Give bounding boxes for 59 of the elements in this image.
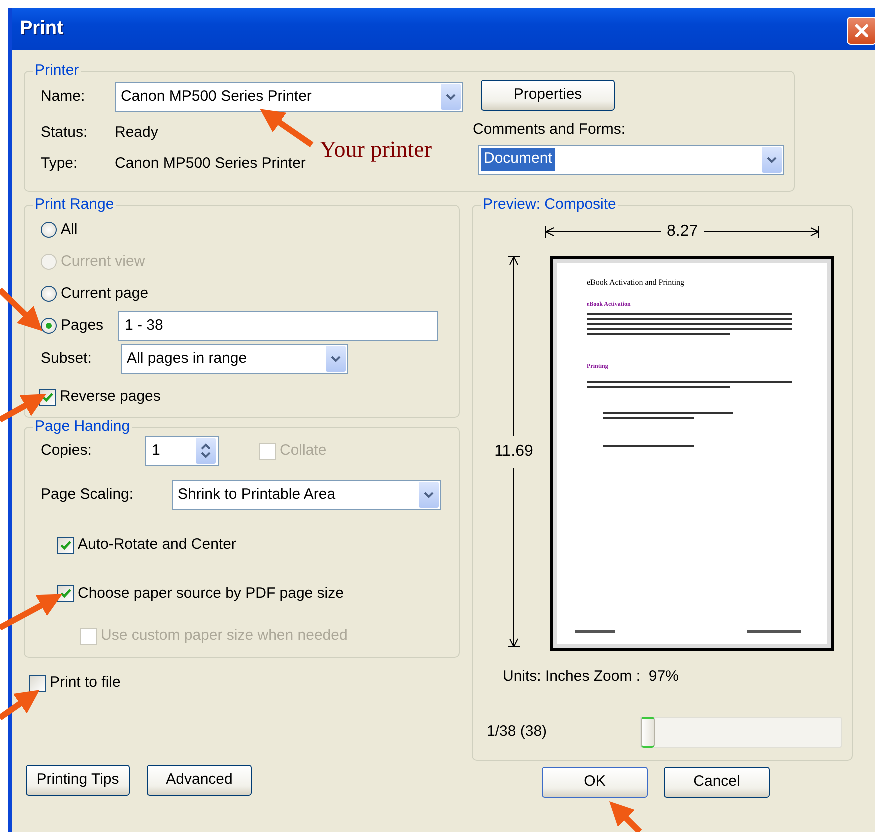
field-label: Comments and Forms: [473, 120, 627, 140]
field-value: Canon MP500 Series Printer [115, 154, 306, 174]
page-slider[interactable] [640, 716, 842, 748]
pages-field[interactable]: 1 - 38 [118, 311, 438, 341]
radio-label: Pages [61, 316, 105, 336]
radio-button[interactable] [41, 318, 57, 334]
scaling-dropdown[interactable]: Shrink to Printable Area [172, 480, 441, 510]
checkbox-label: Use custom paper size when needed [101, 626, 348, 646]
radio-label: All [61, 220, 78, 240]
properties-button[interactable]: Properties [481, 80, 615, 111]
field-label: Subset: [41, 348, 93, 369]
copies-spinner[interactable]: 1 [145, 436, 219, 466]
window-title: Print [20, 16, 64, 41]
field-value: Ready [115, 123, 158, 143]
group-title: Printer [34, 62, 80, 80]
subset-dropdown[interactable]: All pages in range [121, 344, 348, 374]
annotation-label: Your printer [320, 136, 432, 164]
annotation-arrow [0, 288, 43, 332]
ok-button[interactable]: OK [542, 767, 648, 798]
checkbox-label: Collate [280, 440, 327, 461]
checkbox-label: Reverse pages [60, 387, 161, 407]
annotation-arrow [610, 802, 642, 832]
checkbox-label: Choose paper source by PDF page size [78, 584, 344, 604]
cancel-button[interactable]: Cancel [664, 767, 770, 798]
spinner-arrows-icon [196, 438, 216, 464]
group-title: Print Range [34, 196, 116, 214]
annotation-arrow [260, 109, 314, 148]
tips-button[interactable]: Printing Tips [26, 764, 130, 796]
footer-text-drawing [575, 630, 615, 634]
radio-button[interactable] [41, 222, 57, 238]
field-label: Type: [41, 154, 79, 174]
checkbox[interactable] [57, 585, 74, 602]
group-title: Page Handing [34, 418, 132, 436]
checkbox-label: Print to file [50, 673, 121, 693]
comments-dropdown[interactable]: Document [478, 144, 784, 174]
dimension-label: 11.69 [494, 442, 534, 462]
checkbox[interactable] [57, 536, 74, 554]
advanced-button[interactable]: Advanced [147, 764, 252, 796]
field-label: Copies: [41, 440, 93, 461]
annotation-arrow [0, 594, 63, 631]
footer-text-drawing [747, 630, 801, 634]
field-label: Name: [41, 86, 86, 107]
field-label: Page Scaling: [41, 484, 135, 505]
checkbox-label: Auto-Rotate and Center [78, 535, 236, 555]
radio-label: Current view [61, 252, 146, 272]
slider-thumb[interactable] [641, 716, 656, 748]
printer-dropdown[interactable]: Canon MP500 Series Printer [115, 82, 463, 112]
dimension-label: 8.27 [667, 222, 698, 242]
close-icon [854, 23, 870, 39]
annotation-arrow [0, 690, 40, 720]
page-counter: 1/38 (38) [487, 722, 548, 742]
close-button[interactable] [847, 17, 875, 45]
radio-label: Current page [61, 284, 149, 304]
zoom-info: Units: Inches Zoom : 97% [503, 667, 680, 687]
group-title: Preview: Composite [482, 196, 618, 214]
checkbox[interactable] [29, 674, 46, 692]
field-label: Status: [41, 123, 89, 143]
page-title: eBook Activation and Printing [587, 277, 686, 289]
radio-button[interactable] [41, 286, 57, 302]
